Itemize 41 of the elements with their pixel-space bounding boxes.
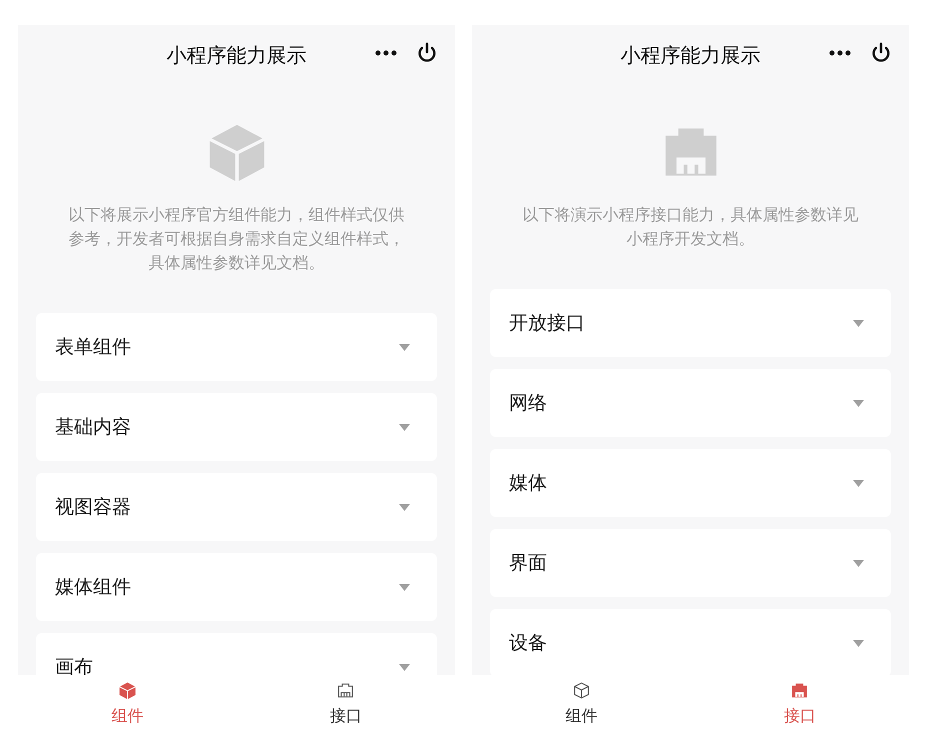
caret-icon bbox=[853, 640, 864, 646]
page-title: 小程序能力展示 bbox=[620, 42, 760, 69]
cube-icon bbox=[572, 682, 590, 699]
section-item[interactable]: 网络 bbox=[490, 369, 891, 437]
section-item[interactable]: 基础内容 bbox=[36, 393, 437, 461]
cube-icon bbox=[118, 682, 136, 699]
caret-icon bbox=[853, 560, 864, 566]
tab-item[interactable]: 组件 bbox=[472, 682, 690, 756]
page-title: 小程序能力展示 bbox=[166, 42, 306, 69]
port-icon bbox=[791, 682, 808, 699]
section-item[interactable]: 开放接口 bbox=[490, 289, 891, 357]
description-text: 以下将演示小程序接口能力，具体属性参数详见小程序开发文档。 bbox=[522, 204, 860, 250]
tab-label: 接口 bbox=[784, 705, 816, 727]
port-icon bbox=[337, 682, 354, 699]
tab-item[interactable]: 接口 bbox=[690, 682, 909, 756]
caret-icon bbox=[399, 424, 410, 430]
caret-icon bbox=[399, 664, 410, 670]
section-item[interactable]: 视图容器 bbox=[36, 473, 437, 541]
power-icon[interactable] bbox=[416, 42, 438, 64]
section-item[interactable]: 界面 bbox=[490, 529, 891, 597]
description-text: 以下将展示小程序官方组件能力，组件样式仅供参考，开发者可根据自身需求自定义组件样式，具体属性参数详见文档。 bbox=[68, 204, 406, 274]
caret-icon bbox=[853, 320, 864, 326]
tab-label: 接口 bbox=[330, 705, 362, 727]
caret-icon bbox=[399, 504, 410, 510]
tab-item[interactable]: 组件 bbox=[18, 682, 236, 756]
tab-item[interactable]: 接口 bbox=[236, 682, 455, 756]
tab-label: 组件 bbox=[565, 705, 598, 727]
cube-icon bbox=[208, 123, 266, 181]
tab-label: 组件 bbox=[111, 705, 144, 727]
caret-icon bbox=[853, 400, 864, 406]
section-item[interactable]: 媒体 bbox=[490, 449, 891, 517]
power-icon[interactable] bbox=[870, 42, 892, 64]
more-icon[interactable] bbox=[375, 50, 397, 56]
more-icon[interactable] bbox=[829, 50, 851, 56]
caret-icon bbox=[853, 480, 864, 486]
caret-icon bbox=[399, 344, 410, 350]
section-item[interactable]: 画布 bbox=[36, 633, 437, 675]
section-item[interactable]: 设备 bbox=[490, 609, 891, 675]
section-item[interactable]: 媒体组件 bbox=[36, 553, 437, 621]
section-item[interactable]: 表单组件 bbox=[36, 313, 437, 381]
caret-icon bbox=[399, 584, 410, 590]
